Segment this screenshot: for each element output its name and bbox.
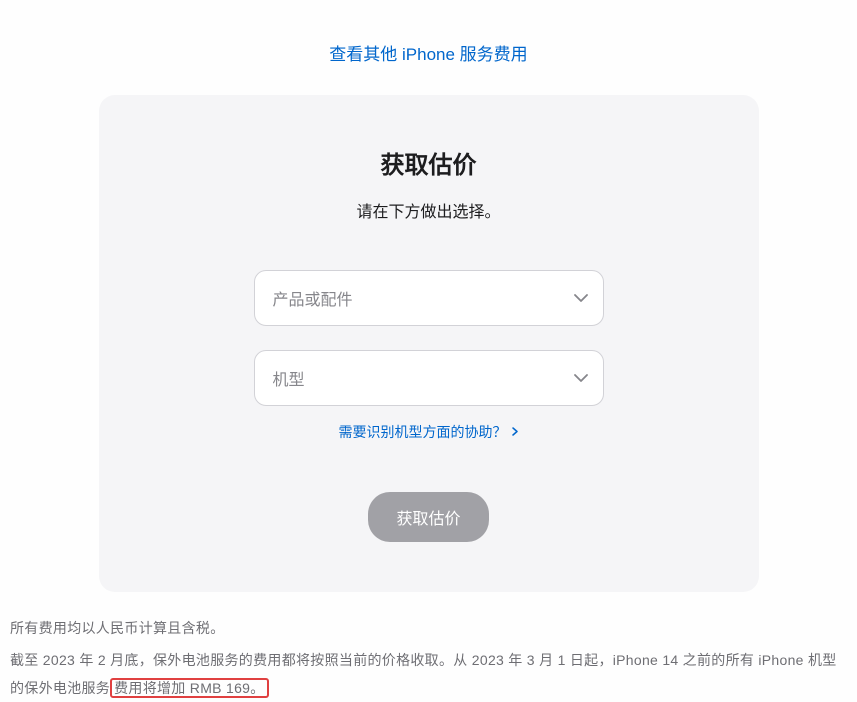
get-estimate-button[interactable]: 获取估价 [368, 492, 488, 542]
notes-section: 所有费用均以人民币计算且含税。 截至 2023 年 2 月底，保外电池服务的费用… [10, 592, 847, 702]
view-other-services-link[interactable]: 查看其他 iPhone 服务费用 [329, 45, 527, 64]
note-line-2: 截至 2023 年 2 月底，保外电池服务的费用都将按照当前的价格收取。从 20… [10, 646, 847, 702]
model-select-wrapper: 机型 [254, 350, 604, 406]
card-subtitle: 请在下方做出选择。 [139, 198, 719, 222]
help-link-text: 需要识别机型方面的协助？ [339, 424, 507, 440]
model-select[interactable]: 机型 [254, 350, 604, 406]
help-link-wrapper: 需要识别机型方面的协助？ [139, 422, 719, 442]
product-select-placeholder: 产品或配件 [273, 286, 353, 310]
note-highlight: 费用将增加 RMB 169。 [110, 678, 268, 698]
identify-model-help-link[interactable]: 需要识别机型方面的协助？ [339, 424, 519, 440]
product-select[interactable]: 产品或配件 [254, 270, 604, 326]
model-select-placeholder: 机型 [273, 366, 305, 390]
estimate-card: 获取估价 请在下方做出选择。 产品或配件 机型 [99, 95, 759, 592]
view-other-services-link-wrapper: 查看其他 iPhone 服务费用 [10, 0, 847, 95]
product-select-wrapper: 产品或配件 [254, 270, 604, 326]
card-title: 获取估价 [139, 145, 719, 180]
chevron-right-icon [512, 427, 518, 439]
note-line-1: 所有费用均以人民币计算且含税。 [10, 614, 847, 642]
